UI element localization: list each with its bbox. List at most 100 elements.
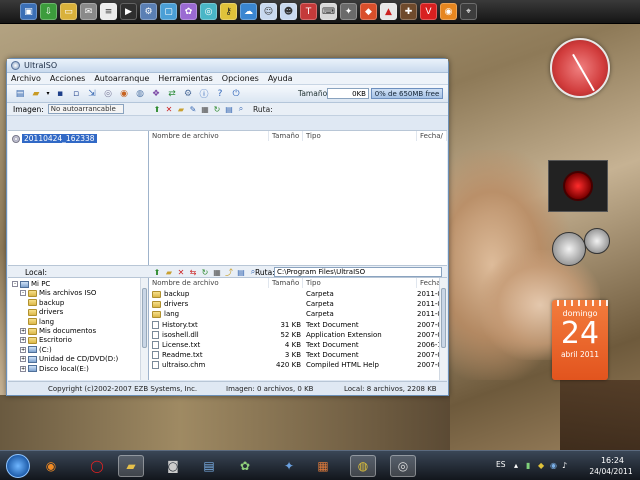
- tree-node[interactable]: backup: [28, 299, 64, 307]
- dock-photo-icon[interactable]: ✿: [180, 3, 197, 20]
- column-header-type[interactable]: Tipo: [303, 278, 417, 288]
- view-icon[interactable]: ▤: [224, 104, 234, 114]
- list-scrollbar[interactable]: [439, 278, 447, 380]
- table-row[interactable]: Readme.txt 3 KB Text Document 2007-0: [149, 350, 442, 360]
- dock-user-icon[interactable]: ☺: [260, 3, 277, 20]
- tree-expander-icon[interactable]: -: [20, 290, 26, 297]
- tree-expander-icon[interactable]: +: [20, 356, 26, 363]
- dock-tool-icon[interactable]: ✚: [400, 3, 417, 20]
- save-icon[interactable]: ▪: [53, 87, 67, 101]
- menu-acciones[interactable]: Acciones: [50, 74, 85, 83]
- iso-root-node[interactable]: 20110424_162338: [12, 134, 97, 143]
- up-arrow-icon[interactable]: ⬆: [152, 104, 162, 114]
- capacity-bar[interactable]: 0% de 650MB free: [371, 88, 443, 99]
- clock-gadget[interactable]: [550, 38, 610, 98]
- tree-node[interactable]: - Mi PC: [12, 280, 50, 288]
- tray-language[interactable]: ES: [496, 460, 506, 469]
- dock-monitor-icon[interactable]: ▢: [160, 3, 177, 20]
- properties-icon[interactable]: ▦: [200, 104, 210, 114]
- menu-ayuda[interactable]: Ayuda: [268, 74, 293, 83]
- tray-security-icon[interactable]: ◆: [538, 461, 547, 470]
- move-icon[interactable]: ⇆: [188, 267, 198, 277]
- checksum-icon[interactable]: ⚙: [181, 87, 195, 101]
- exit-icon[interactable]: ⏻: [229, 87, 243, 101]
- tree-node[interactable]: drivers: [28, 308, 63, 316]
- column-header-size[interactable]: Tamaño: [269, 131, 303, 141]
- tree-node[interactable]: - Mis archivos ISO: [20, 289, 96, 297]
- scrollbar-thumb[interactable]: [142, 288, 147, 348]
- title-bar[interactable]: UltraISO: [7, 59, 448, 73]
- tree-node[interactable]: + (C:): [20, 346, 52, 354]
- dock-settings-icon[interactable]: ⚙: [140, 3, 157, 20]
- burn-icon[interactable]: ◉: [117, 87, 131, 101]
- column-header-name[interactable]: Nombre de archivo: [149, 278, 269, 288]
- image-type-field[interactable]: No autoarrancable: [47, 104, 124, 114]
- new-folder-icon[interactable]: ▰: [164, 267, 174, 277]
- memory-meter-gadget[interactable]: [584, 228, 610, 254]
- calendar-gadget[interactable]: domingo 24 abril 2011: [552, 300, 608, 380]
- menu-autoarranque[interactable]: Autoarranque: [94, 74, 149, 83]
- save-as-icon[interactable]: ▫: [69, 87, 83, 101]
- tree-scrollbar[interactable]: [140, 278, 148, 380]
- taskbar-game-icon[interactable]: ✦: [276, 455, 302, 477]
- tree-expander-icon[interactable]: +: [20, 365, 26, 372]
- tree-expander-icon[interactable]: -: [12, 281, 18, 287]
- dock-mail-icon[interactable]: ✉: [80, 3, 97, 20]
- tree-expander-icon[interactable]: +: [20, 328, 26, 334]
- dock-network-icon[interactable]: ◎: [200, 3, 217, 20]
- add-icon[interactable]: ⬆: [152, 267, 162, 277]
- dock-download-icon[interactable]: ⇩: [40, 3, 57, 20]
- table-row[interactable]: License.txt 4 KB Text Document 2006-1: [149, 340, 442, 350]
- rename-icon[interactable]: ✎: [188, 104, 198, 114]
- tree-node[interactable]: + Mis documentos: [20, 327, 96, 335]
- taskbar-tool-icon[interactable]: ▦: [310, 455, 336, 477]
- dock-app-icon[interactable]: ▣: [20, 3, 37, 20]
- tree-node[interactable]: lang: [28, 318, 54, 326]
- dock-document-icon[interactable]: ≡: [100, 3, 117, 20]
- dock-keyboard-icon[interactable]: ⌨: [320, 3, 337, 20]
- extract-icon[interactable]: ⇲: [85, 87, 99, 101]
- taskbar-camera-icon[interactable]: ◙: [160, 455, 186, 477]
- info-icon[interactable]: ⓘ: [197, 87, 211, 101]
- help-icon[interactable]: ?: [213, 87, 227, 101]
- taskbar-ultraiso-icon[interactable]: ◍: [350, 455, 376, 477]
- local-path-field[interactable]: C:\Program Files\UltraISO: [274, 267, 442, 277]
- dock-v-icon[interactable]: V: [420, 3, 437, 20]
- column-header-date[interactable]: Fecha: [417, 278, 441, 288]
- taskbar-document-icon[interactable]: ▤: [196, 455, 222, 477]
- taskbar-time[interactable]: 16:24: [590, 456, 635, 465]
- cd-image-icon[interactable]: ◎: [101, 87, 115, 101]
- taskbar-opera-icon[interactable]: ◯: [84, 455, 110, 477]
- start-button[interactable]: [6, 454, 30, 478]
- dock-key-icon[interactable]: ⚷: [220, 3, 237, 20]
- table-row[interactable]: History.txt 31 KB Text Document 2007-0: [149, 320, 442, 330]
- properties-icon[interactable]: ▦: [212, 267, 222, 277]
- compress-icon[interactable]: ❖: [149, 87, 163, 101]
- new-folder-icon[interactable]: ▰: [176, 104, 186, 114]
- open-icon[interactable]: ▰: [29, 87, 43, 101]
- search-icon[interactable]: ⌕: [236, 104, 246, 114]
- table-row[interactable]: lang Carpeta 2011-0: [149, 309, 442, 319]
- taskbar-photo-icon[interactable]: ✿: [232, 455, 258, 477]
- view-icon[interactable]: ▤: [236, 267, 246, 277]
- folder-up-icon[interactable]: ⤴: [224, 267, 234, 277]
- column-header-type[interactable]: Tipo: [303, 131, 417, 141]
- dock-mouse-icon[interactable]: ⌖: [460, 3, 477, 20]
- scrollbar-thumb[interactable]: [441, 288, 446, 348]
- dock-text-icon[interactable]: T: [300, 3, 317, 20]
- column-header-date[interactable]: Fecha/: [417, 131, 447, 141]
- menu-opciones[interactable]: Opciones: [222, 74, 259, 83]
- table-row[interactable]: ultraiso.chm 420 KB Compiled HTML Help 2007…: [149, 360, 442, 370]
- delete-icon[interactable]: ✕: [164, 104, 174, 114]
- tree-node[interactable]: + Escritorio: [20, 336, 72, 344]
- mount-icon[interactable]: ◍: [133, 87, 147, 101]
- tree-expander-icon[interactable]: +: [20, 337, 26, 344]
- tree-node[interactable]: + Disco local(E:): [20, 365, 89, 373]
- tray-volume-icon[interactable]: ♪: [562, 461, 571, 470]
- taskbar-disc-icon[interactable]: ◎: [390, 455, 416, 477]
- menu-herramientas[interactable]: Herramientas: [158, 74, 213, 83]
- menu-archivo[interactable]: Archivo: [11, 74, 41, 83]
- new-icon[interactable]: ▤: [13, 87, 27, 101]
- dock-pdf-icon[interactable]: ▲: [380, 3, 397, 20]
- column-header-name[interactable]: Nombre de archivo: [149, 131, 269, 141]
